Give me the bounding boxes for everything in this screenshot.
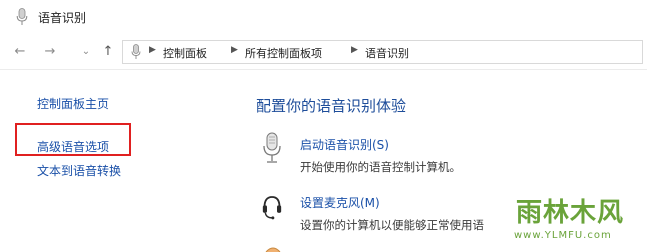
start-speech-recognition-link[interactable]: 启动语音识别(S) [300, 136, 389, 153]
microphone-icon [131, 44, 141, 59]
breadcrumb-speech-recognition[interactable]: 语音识别 [365, 45, 409, 61]
setup-microphone-link[interactable]: 设置麦克风(M) [300, 194, 380, 211]
chevron-down-icon[interactable]: ⌄ [78, 44, 94, 60]
headset-icon[interactable] [262, 191, 282, 223]
back-arrow-icon[interactable]: ← [12, 44, 28, 60]
watermark-url: www.YLMFU.com [514, 230, 612, 241]
microphone-icon[interactable] [262, 132, 282, 164]
breadcrumb-separator[interactable]: ▶ [149, 45, 156, 55]
forward-arrow-icon[interactable]: → [42, 44, 58, 60]
microphone-icon [16, 8, 28, 25]
watermark-logo: 雨林木风 www.YLMFU.com [504, 184, 642, 250]
breadcrumb-control-panel[interactable]: 控制面板 [163, 45, 207, 61]
left-sidebar: 控制面板主页 高级语音选项 文本到语音转换 [0, 70, 230, 252]
navigation-bar: ← → ⌄ ↑ ▶ 控制面板 ▶ 所有控制面板项 ▶ 语音识别 [0, 34, 647, 70]
page-heading: 配置你的语音识别体验 [256, 97, 407, 115]
up-arrow-icon[interactable]: ↑ [100, 44, 116, 60]
breadcrumb-all-items[interactable]: 所有控制面板项 [245, 45, 322, 61]
watermark-text: 雨林木风 [516, 198, 625, 228]
window-title: 语音识别 [38, 11, 87, 25]
breadcrumb-separator[interactable]: ▶ [231, 45, 238, 55]
sidebar-item-text-to-speech[interactable]: 文本到语音转换 [37, 162, 121, 179]
sidebar-item-advanced-speech-options[interactable]: 高级语音选项 [37, 138, 109, 155]
breadcrumb-separator[interactable]: ▶ [351, 45, 358, 55]
sidebar-item-control-panel-home[interactable]: 控制面板主页 [37, 95, 109, 112]
address-bar[interactable]: ▶ 控制面板 ▶ 所有控制面板项 ▶ 语音识别 [122, 40, 643, 64]
title-bar: 语音识别 [0, 0, 647, 34]
setup-microphone-desc: 设置你的计算机以便能够正常使用语 [300, 218, 484, 232]
partial-icon [265, 247, 281, 252]
start-speech-recognition-desc: 开始使用你的语音控制计算机。 [300, 160, 461, 174]
